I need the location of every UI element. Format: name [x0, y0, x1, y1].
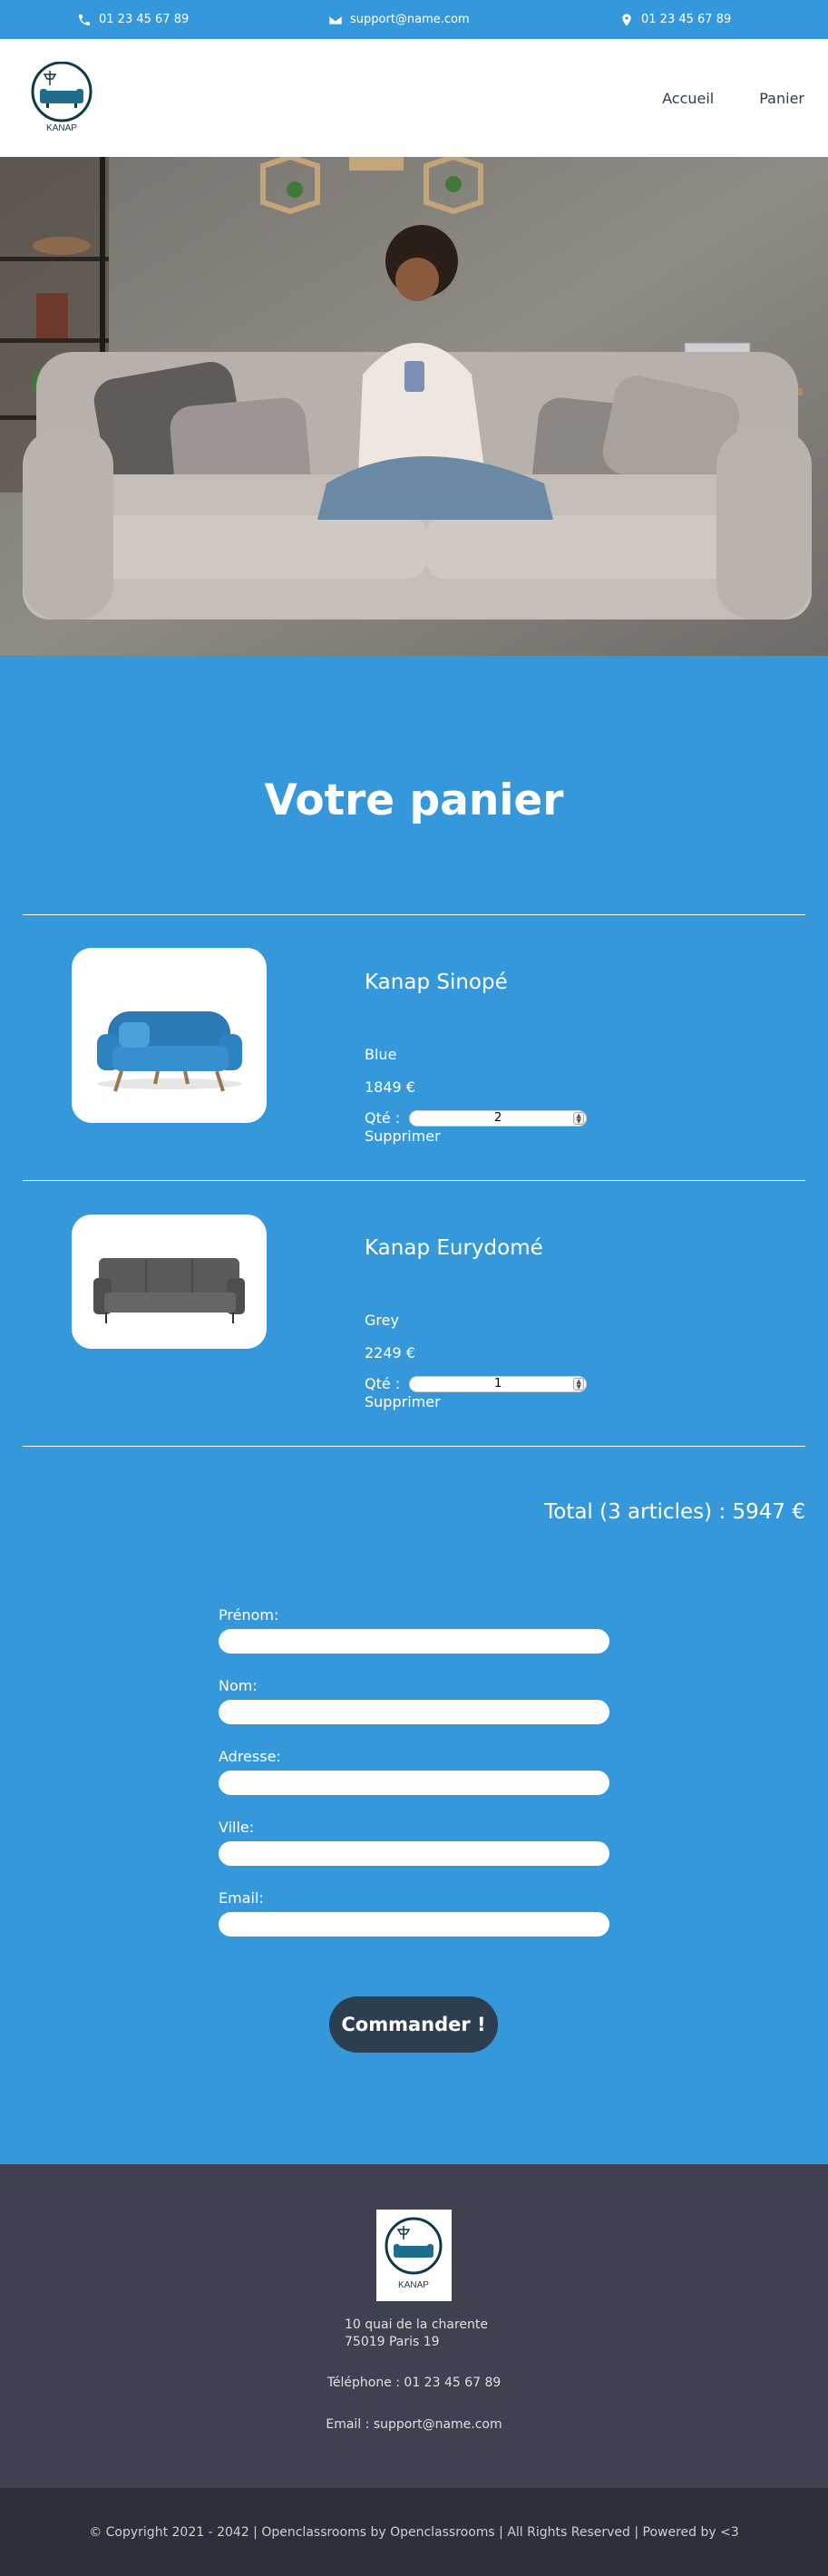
hero-banner — [0, 157, 828, 656]
firstname-label: Prénom: — [219, 1606, 279, 1624]
footer-phone[interactable]: Téléphone : 01 23 45 67 89 — [0, 2376, 828, 2390]
address-input[interactable] — [219, 1771, 609, 1795]
footer-address: 10 quai de la charente 75019 Paris 19 — [345, 2317, 488, 2351]
address-line: 10 quai de la charente — [345, 2317, 488, 2332]
footer-logo[interactable]: KANAP — [376, 2210, 452, 2301]
nav-panier[interactable]: Panier — [759, 90, 804, 107]
nav-accueil[interactable]: Accueil — [662, 90, 714, 107]
city-label: Ville: — [219, 1819, 255, 1836]
delete-item-button[interactable]: Supprimer — [365, 1127, 441, 1145]
top-contact-bar: 01 23 45 67 89 support@name.com 01 23 45… — [0, 0, 828, 39]
address-label: Adresse: — [219, 1748, 281, 1765]
site-footer: KANAP 10 quai de la charente 75019 Paris… — [0, 2164, 828, 2488]
blue-sofa-image — [97, 1011, 242, 1092]
quantity-spinner-icon[interactable]: ▲ ▼ — [573, 1111, 585, 1125]
topbar-location-text: 01 23 45 67 89 — [641, 13, 732, 26]
topbar-phone[interactable]: 01 23 45 67 89 — [77, 0, 189, 39]
delete-item-button[interactable]: Supprimer — [365, 1393, 441, 1410]
quantity-row: Qté : 1 ▲ ▼ — [365, 1375, 588, 1392]
copyright-text: © Copyright 2021 - 2042 | Openclassrooms… — [89, 2524, 739, 2540]
divider — [23, 1446, 805, 1447]
product-price: 1849 € — [365, 1078, 415, 1096]
quantity-value: 2 — [494, 1111, 502, 1125]
footer-email[interactable]: Email : support@name.com — [0, 2417, 828, 2432]
quantity-row: Qté : 2 ▲ ▼ — [365, 1109, 588, 1127]
quantity-label: Qté : — [365, 1375, 401, 1392]
quantity-label: Qté : — [365, 1109, 401, 1127]
product-image-card — [72, 948, 267, 1123]
topbar-location[interactable]: 01 23 45 67 89 — [619, 0, 731, 39]
divider — [23, 1180, 805, 1181]
lastname-input[interactable] — [219, 1700, 609, 1724]
hero-image — [0, 157, 828, 656]
firstname-input[interactable] — [219, 1629, 609, 1654]
cart-title: Votre panier — [264, 776, 564, 825]
product-color: Grey — [365, 1312, 399, 1329]
order-button[interactable]: Commander ! — [329, 1996, 498, 2053]
topbar-phone-text: 01 23 45 67 89 — [99, 13, 190, 26]
phone-icon — [79, 14, 90, 25]
envelope-icon — [329, 15, 342, 24]
quantity-spinner-icon[interactable]: ▲ ▼ — [573, 1377, 585, 1390]
divider — [23, 914, 805, 915]
kanap-logo[interactable]: KANAP — [30, 61, 93, 133]
product-image-card — [72, 1215, 267, 1349]
quantity-value: 1 — [494, 1377, 502, 1390]
quantity-input[interactable]: 2 ▲ ▼ — [409, 1109, 588, 1127]
quantity-input[interactable]: 1 ▲ ▼ — [409, 1375, 588, 1392]
site-header: KANAP Accueil Panier — [0, 39, 828, 157]
product-price: 2249 € — [365, 1344, 415, 1361]
email-input[interactable] — [219, 1912, 609, 1937]
footer-logo-text: KANAP — [398, 2280, 429, 2290]
cart-section: Votre panier Kanap Sinopé Blue 1849 € Qt… — [0, 656, 828, 2164]
product-name: Kanap Eurydomé — [365, 1236, 543, 1260]
grey-sofa-image — [93, 1258, 245, 1323]
product-name: Kanap Sinopé — [365, 971, 508, 994]
product-color: Blue — [365, 1046, 397, 1063]
city-input[interactable] — [219, 1841, 609, 1866]
topbar-email[interactable]: support@name.com — [328, 0, 470, 39]
cart-total: Total (3 articles) : 5947 € — [544, 1500, 805, 1524]
address-line: 75019 Paris 19 — [345, 2335, 440, 2349]
lastname-label: Nom: — [219, 1677, 258, 1694]
email-label: Email: — [219, 1889, 264, 1907]
map-pin-icon — [622, 13, 631, 26]
topbar-email-text: support@name.com — [350, 13, 470, 26]
logo-text: KANAP — [46, 123, 77, 132]
copyright-bar: © Copyright 2021 - 2042 | Openclassrooms… — [0, 2488, 828, 2576]
main-nav: Accueil Panier — [662, 39, 804, 157]
